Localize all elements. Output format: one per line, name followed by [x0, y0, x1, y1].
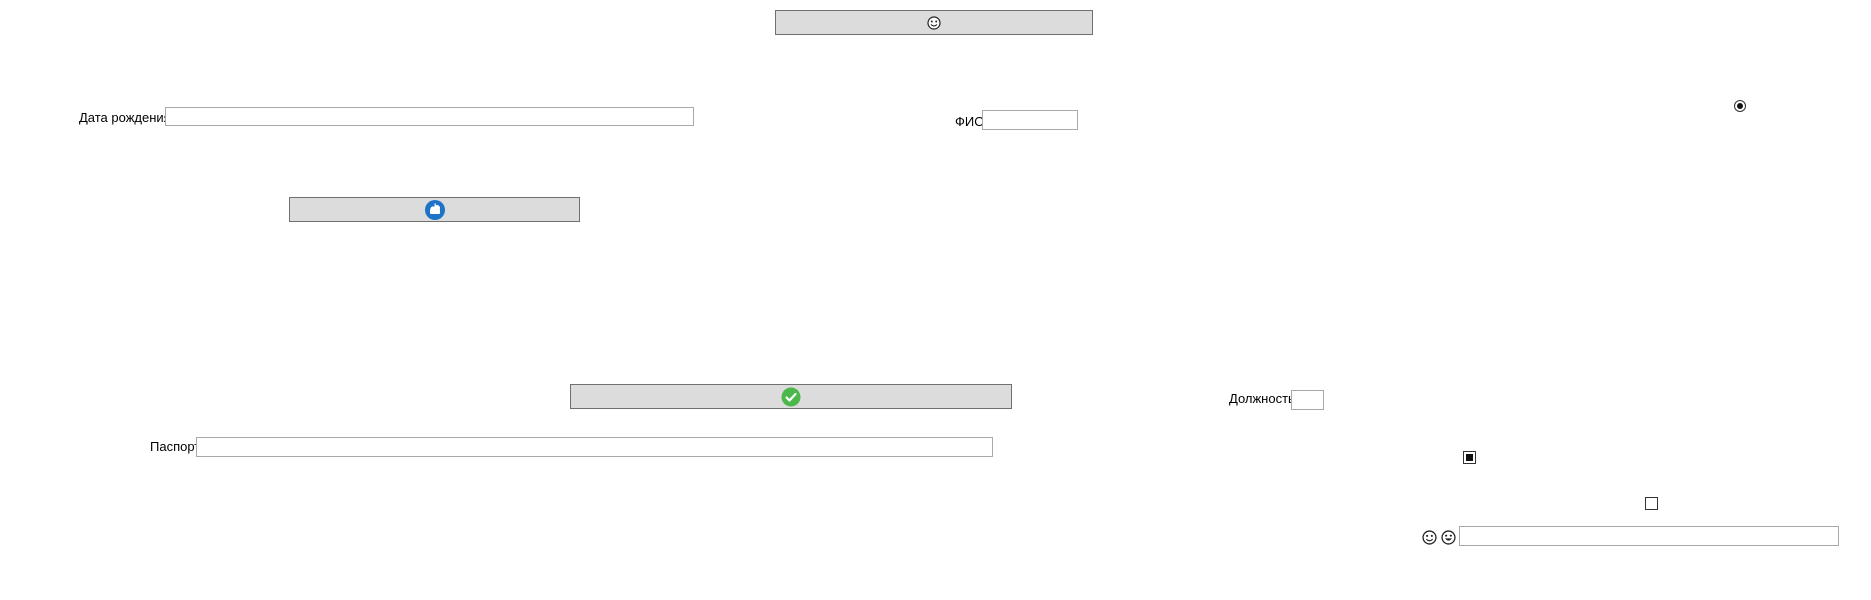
position-field[interactable]	[1291, 390, 1324, 410]
green-check-icon	[781, 387, 801, 407]
top-button[interactable]	[775, 10, 1093, 35]
radio-button[interactable]	[1734, 100, 1746, 112]
smiling-face-icon	[1422, 530, 1437, 545]
checkbox-indeterminate-mark	[1466, 454, 1473, 461]
bottom-right-field[interactable]	[1459, 526, 1839, 546]
full-name-field[interactable]	[982, 110, 1078, 130]
birth-date-field[interactable]	[165, 107, 694, 126]
passport-label: Паспорт	[150, 439, 201, 454]
checkbox-unchecked[interactable]	[1645, 497, 1658, 510]
birth-date-label: Дата рождения	[79, 110, 171, 125]
middle-button[interactable]	[289, 197, 580, 222]
blue-cloud-badge-icon	[424, 199, 446, 221]
checkbox-indeterminate[interactable]	[1463, 451, 1476, 464]
grinning-face-icon	[1441, 530, 1456, 545]
radio-selected-dot	[1737, 103, 1743, 109]
full-name-label: ФИО	[955, 114, 985, 129]
confirm-button[interactable]	[570, 384, 1012, 409]
passport-field[interactable]	[196, 437, 993, 457]
position-label: Должность	[1229, 391, 1295, 406]
smiling-face-icon	[927, 15, 941, 30]
